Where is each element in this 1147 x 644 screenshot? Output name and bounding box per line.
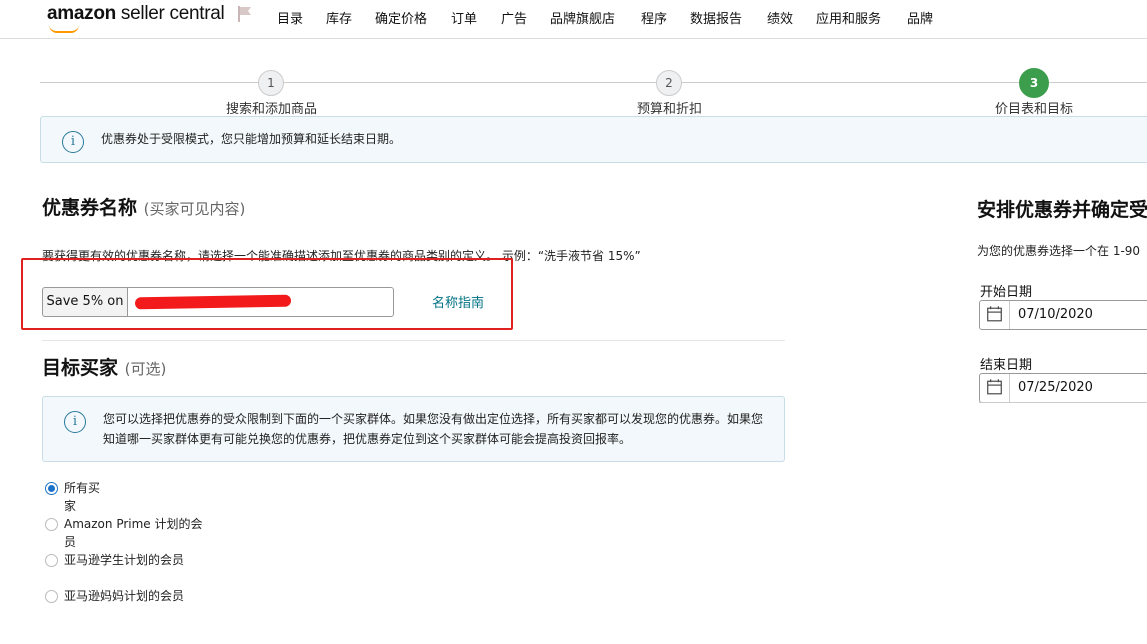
coupon-name-subtitle: (买家可见内容) <box>143 200 246 218</box>
radio-label-all-buyers[interactable]: 所有买家 <box>64 479 108 515</box>
step-3-indicator[interactable]: 3 <box>1019 68 1049 98</box>
top-navigation: amazon seller central 目录 库存 确定价格 订单 广告 品… <box>0 0 1147 39</box>
nav-item-apps-services[interactable]: 应用和服务 <box>816 8 881 27</box>
step-3-label[interactable]: 价目表和目标 <box>995 98 1073 117</box>
logo-brand: amazon <box>47 3 116 24</box>
nav-item-orders[interactable]: 订单 <box>451 8 477 27</box>
nav-item-stores[interactable]: 品牌旗舰店 <box>550 8 615 27</box>
step-2-label[interactable]: 预算和折扣 <box>637 98 702 117</box>
end-date-value: 07/25/2020 <box>1018 380 1093 395</box>
coupon-name-title: 优惠券名称 <box>42 197 138 219</box>
nav-item-programs[interactable]: 程序 <box>641 8 667 27</box>
radio-label-student-members[interactable]: 亚马逊学生计划的会员 <box>64 551 186 569</box>
start-date-label: 开始日期 <box>980 285 1033 300</box>
step-1-label[interactable]: 搜索和添加商品 <box>226 98 317 117</box>
target-buyers-info-text: 您可以选择把优惠券的受众限制到下面的一个买家群体。如果您没有做出定位选择，所有买… <box>103 412 764 446</box>
target-buyers-info: i 您可以选择把优惠券的受众限制到下面的一个买家群体。如果您没有做出定位选择，所… <box>42 396 785 462</box>
radio-label-mom-members[interactable]: 亚马逊妈妈计划的会员 <box>64 587 186 605</box>
info-icon: i <box>64 411 86 433</box>
nav-item-pricing[interactable]: 确定价格 <box>375 8 427 27</box>
nav-item-advertising[interactable]: 广告 <box>501 8 527 27</box>
radio-label-prime-members[interactable]: Amazon Prime 计划的会员 <box>64 515 210 551</box>
end-date-label: 结束日期 <box>980 358 1033 373</box>
coupon-name-prefix: Save 5% on <box>42 287 128 317</box>
schedule-description: 为您的优惠券选择一个在 1-90 <box>977 244 1141 258</box>
schedule-divider <box>979 402 1147 403</box>
flag-icon[interactable] <box>236 5 254 23</box>
nav-item-performance[interactable]: 绩效 <box>767 8 793 27</box>
step-1-indicator[interactable]: 1 <box>258 70 284 96</box>
amazon-smile-icon <box>49 25 79 33</box>
nav-item-catalog[interactable]: 目录 <box>277 8 303 27</box>
nav-item-brands[interactable]: 品牌 <box>907 8 933 27</box>
logo-text: seller central <box>115 3 225 24</box>
info-icon: i <box>62 131 84 153</box>
radio-student-members[interactable] <box>45 554 58 567</box>
step-2-indicator[interactable]: 2 <box>656 70 682 96</box>
schedule-heading: 安排优惠券并确定受 <box>977 199 1147 221</box>
start-date-field[interactable]: 07/10/2020 <box>979 300 1147 330</box>
section-divider <box>42 340 785 341</box>
calendar-icon[interactable] <box>980 374 1010 402</box>
notice-text: 优惠券处于受限模式，您只能增加预算和延长结束日期。 <box>101 132 402 146</box>
nav-item-reports[interactable]: 数据报告 <box>690 8 742 27</box>
nav-item-inventory[interactable]: 库存 <box>326 8 352 27</box>
coupon-name-heading: 优惠券名称 (买家可见内容) <box>42 193 245 220</box>
radio-all-buyers[interactable] <box>45 482 58 495</box>
target-buyers-heading: 目标买家 (可选) <box>42 353 166 380</box>
radio-mom-members[interactable] <box>45 590 58 603</box>
restricted-mode-notice: i 优惠券处于受限模式，您只能增加预算和延长结束日期。 <box>40 116 1147 163</box>
stepper-track <box>40 82 1147 83</box>
end-date-field[interactable]: 07/25/2020 <box>979 373 1147 403</box>
target-buyers-subtitle: (可选) <box>124 360 167 378</box>
radio-prime-members[interactable] <box>45 518 58 531</box>
target-buyers-title: 目标买家 <box>42 357 119 379</box>
calendar-icon[interactable] <box>980 301 1010 329</box>
name-guide-link[interactable]: 名称指南 <box>432 292 484 311</box>
start-date-value: 07/10/2020 <box>1018 307 1093 322</box>
seller-central-logo[interactable]: amazon seller central <box>47 3 225 33</box>
